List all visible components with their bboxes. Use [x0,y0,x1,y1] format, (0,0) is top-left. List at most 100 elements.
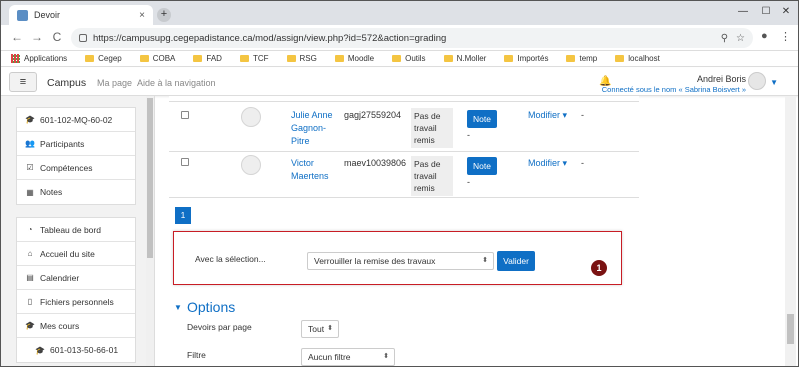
student-id: maev10039806 [344,158,407,168]
select-arrows-icon: ⬍ [482,257,488,264]
per-page-label: Devoirs par page [187,322,252,332]
folder-icon [286,55,296,62]
row-select-checkbox[interactable] [181,111,189,119]
user-avatar [241,155,261,175]
graduation-cap-icon: 🎓 [25,115,35,124]
bookmark-folder[interactable]: localhost [615,54,660,63]
tab-title: Devoir [34,10,61,20]
bookmark-folder[interactable]: N.Moller [443,54,486,63]
bookmark-folder[interactable]: Moodle [334,54,374,63]
folder-icon [139,55,149,62]
url-text[interactable]: https://campusupg.cegepadistance.ca/mod/… [93,33,713,44]
grade-value: - [467,177,470,187]
folder-icon [193,55,203,62]
bookmark-star-icon[interactable]: ☆ [736,33,745,44]
minimize-icon[interactable]: — [731,3,755,21]
drawer-item-dashboard[interactable]: ◔ Tableau de bord [17,218,135,242]
user-name[interactable]: Andrei Boris [697,74,746,84]
drawer-toggle-button[interactable]: ≡ [9,72,37,92]
drawer-item-participants[interactable]: 👥 Participants [17,132,135,156]
graduation-cap-icon: 🎓 [35,345,45,355]
validate-button[interactable]: Valider [497,251,535,271]
new-tab-button[interactable]: + [157,8,171,22]
options-heading[interactable]: Options [187,299,235,315]
drawer-item-course[interactable]: 🎓 601-102-MQ-60-02 [17,108,135,132]
folder-icon [239,55,249,62]
per-page-select[interactable]: Tout ⬍ [301,320,339,338]
status-badge: Pas de travail remis [411,108,453,148]
folder-icon [334,55,344,62]
row-select-checkbox[interactable] [181,158,189,166]
user-avatar[interactable] [748,72,766,90]
apps-grid-icon [11,54,20,63]
callout-number-badge: 1 [591,260,607,276]
bookmarks-bar: Applications Cegep COBA FAD TCF RSG Mood… [1,51,798,67]
collapse-caret-icon[interactable]: ▼ [174,303,182,312]
bulk-action-select[interactable]: Verrouiller la remise des travaux ⬍ [307,252,494,270]
forward-icon[interactable]: → [29,29,45,45]
graduation-cap-icon: 🎓 [25,321,35,330]
modify-menu-link[interactable]: Modifier ▾ [528,158,567,169]
address-bar[interactable]: https://campusupg.cegepadistance.ca/mod/… [71,28,753,48]
student-name-link[interactable]: Victor Maertens [291,157,341,183]
user-menu-caret-icon[interactable]: ▼ [770,78,778,87]
row-divider [169,101,639,102]
bookmark-folder[interactable]: TCF [239,54,269,63]
drawer-item-site-home[interactable]: ⌂ Accueil du site [17,242,135,266]
drawer-scrollbar[interactable] [146,96,154,366]
modify-menu-link[interactable]: Modifier ▾ [528,110,567,121]
my-page-link[interactable]: Ma page [97,78,132,88]
logged-in-as-link[interactable]: Connecté sous le nom « Sabrina Boisvert … [602,85,746,94]
moodle-navbar: ≡ Campus Ma page Aide à la navigation 🔔 … [1,68,798,96]
page-scroll-thumb[interactable] [787,314,794,344]
grade-button[interactable]: Note [467,157,497,175]
status-badge: Pas de travail remis [411,156,453,196]
drawer-item-competences[interactable]: ☑ Compétences [17,156,135,180]
bookmark-folder[interactable]: FAD [193,54,222,63]
course-nav-group: 🎓 601-102-MQ-60-02 👥 Participants ☑ Compéte… [16,107,136,205]
folder-icon [392,55,402,62]
grade-button[interactable]: Note [467,110,497,128]
address-row: ← → C https://campusupg.cegepadistance.c… [1,25,798,51]
drawer-item-course-sub[interactable]: 🎓 601-013-50-66-01 [17,338,135,362]
site-name-link[interactable]: Campus [47,77,86,89]
pagination-page-1[interactable]: 1 [175,207,191,224]
filter-select[interactable]: Aucun filtre ⬍ [301,348,395,366]
bulk-action-label: Avec la sélection... [195,254,266,264]
drawer-item-notes[interactable]: ▦ Notes [17,180,135,204]
folder-icon [566,55,576,62]
filter-label: Filtre [187,350,206,360]
bookmark-folder[interactable]: RSG [286,54,317,63]
folder-icon [443,55,453,62]
row-divider [169,197,639,198]
row-divider [169,151,639,152]
close-window-icon[interactable]: ✕ [774,3,798,21]
zoom-icon[interactable]: ⚲ [721,33,728,44]
browser-menu-icon[interactable]: ⋮ [780,30,791,43]
navigation-help-link[interactable]: Aide à la navigation [137,78,216,88]
drawer-item-my-courses[interactable]: 🎓 Mes cours [17,314,135,338]
table-icon: ▦ [26,187,34,197]
bookmark-folder[interactable]: Outils [392,54,426,63]
drawer-item-calendar[interactable]: ▤ Calendrier [17,266,135,290]
grade-value: - [467,130,470,140]
bookmark-folder[interactable]: Importés [504,54,548,63]
student-name-link[interactable]: Julie Anne Gagnon-Pitre [291,109,341,148]
page-scrollbar[interactable] [785,96,796,366]
tab-close-icon[interactable]: × [139,10,145,21]
reload-icon[interactable]: C [49,29,65,45]
feedback-value: - [581,158,584,168]
folder-icon [85,55,95,62]
back-icon[interactable]: ← [9,29,25,45]
drawer-item-private-files[interactable]: ▯ Fichiers personnels [17,290,135,314]
bookmark-folder[interactable]: Cegep [85,54,122,63]
bookmark-folder[interactable]: temp [566,54,597,63]
bookmark-applications[interactable]: Applications [11,54,67,63]
file-icon: ▯ [27,297,33,306]
bookmark-folder[interactable]: COBA [139,54,175,63]
drawer-scroll-thumb[interactable] [147,98,153,258]
site-nav-group: ◔ Tableau de bord ⌂ Accueil du site ▤ Calen… [16,217,136,363]
user-avatar [241,107,261,127]
account-icon[interactable]: ● [761,30,768,42]
browser-tab[interactable]: Devoir × [9,5,153,25]
